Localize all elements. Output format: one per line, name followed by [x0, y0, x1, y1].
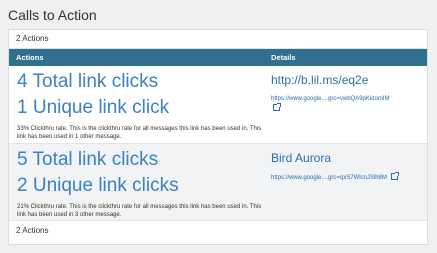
clickthru-description: 21% Clickthru rate. This is the clickthr…: [17, 204, 262, 218]
actions-count-top: 2 Actions: [9, 30, 427, 49]
actions-count-bottom: 2 Actions: [16, 226, 49, 235]
calls-to-action-panel: 2 Actions Actions Details 4 Total link c…: [8, 29, 428, 245]
external-link-icon[interactable]: [390, 172, 399, 180]
total-link-clicks: 5 Total link clicks: [17, 149, 159, 170]
total-link-clicks: 4 Total link clicks: [17, 71, 159, 92]
table-row: 4 Total link clicks 1 Unique link click …: [9, 66, 427, 144]
link-title[interactable]: Bird Aurora: [271, 151, 331, 165]
unique-link-clicks: 2 Unique link clicks: [17, 175, 179, 196]
link-url-wrapper: https://www.google....grc=qxS7WlcnJSlh8M: [271, 172, 419, 183]
link-url-wrapper: https://www.google....grc=vwbQA9pKktomIM: [271, 95, 419, 114]
unique-link-clicks: 1 Unique link click: [17, 97, 170, 118]
link-url[interactable]: https://www.google....grc=vwbQA9pKktomIM: [271, 96, 390, 102]
header-actions: Actions: [16, 53, 44, 62]
page-title: Calls to Action: [8, 7, 97, 23]
table-header: Actions Details: [9, 49, 427, 66]
table-row: 5 Total link clicks 2 Unique link clicks…: [9, 144, 427, 221]
header-details: Details: [271, 53, 296, 62]
external-link-icon[interactable]: [273, 103, 281, 111]
link-title[interactable]: http://b.lil.ms/eq2e: [271, 73, 368, 87]
clickthru-description: 33% Clickthru rate. This is the clickthr…: [17, 126, 262, 140]
link-url[interactable]: https://www.google....grc=qxS7WlcnJSlh8M: [271, 175, 387, 181]
